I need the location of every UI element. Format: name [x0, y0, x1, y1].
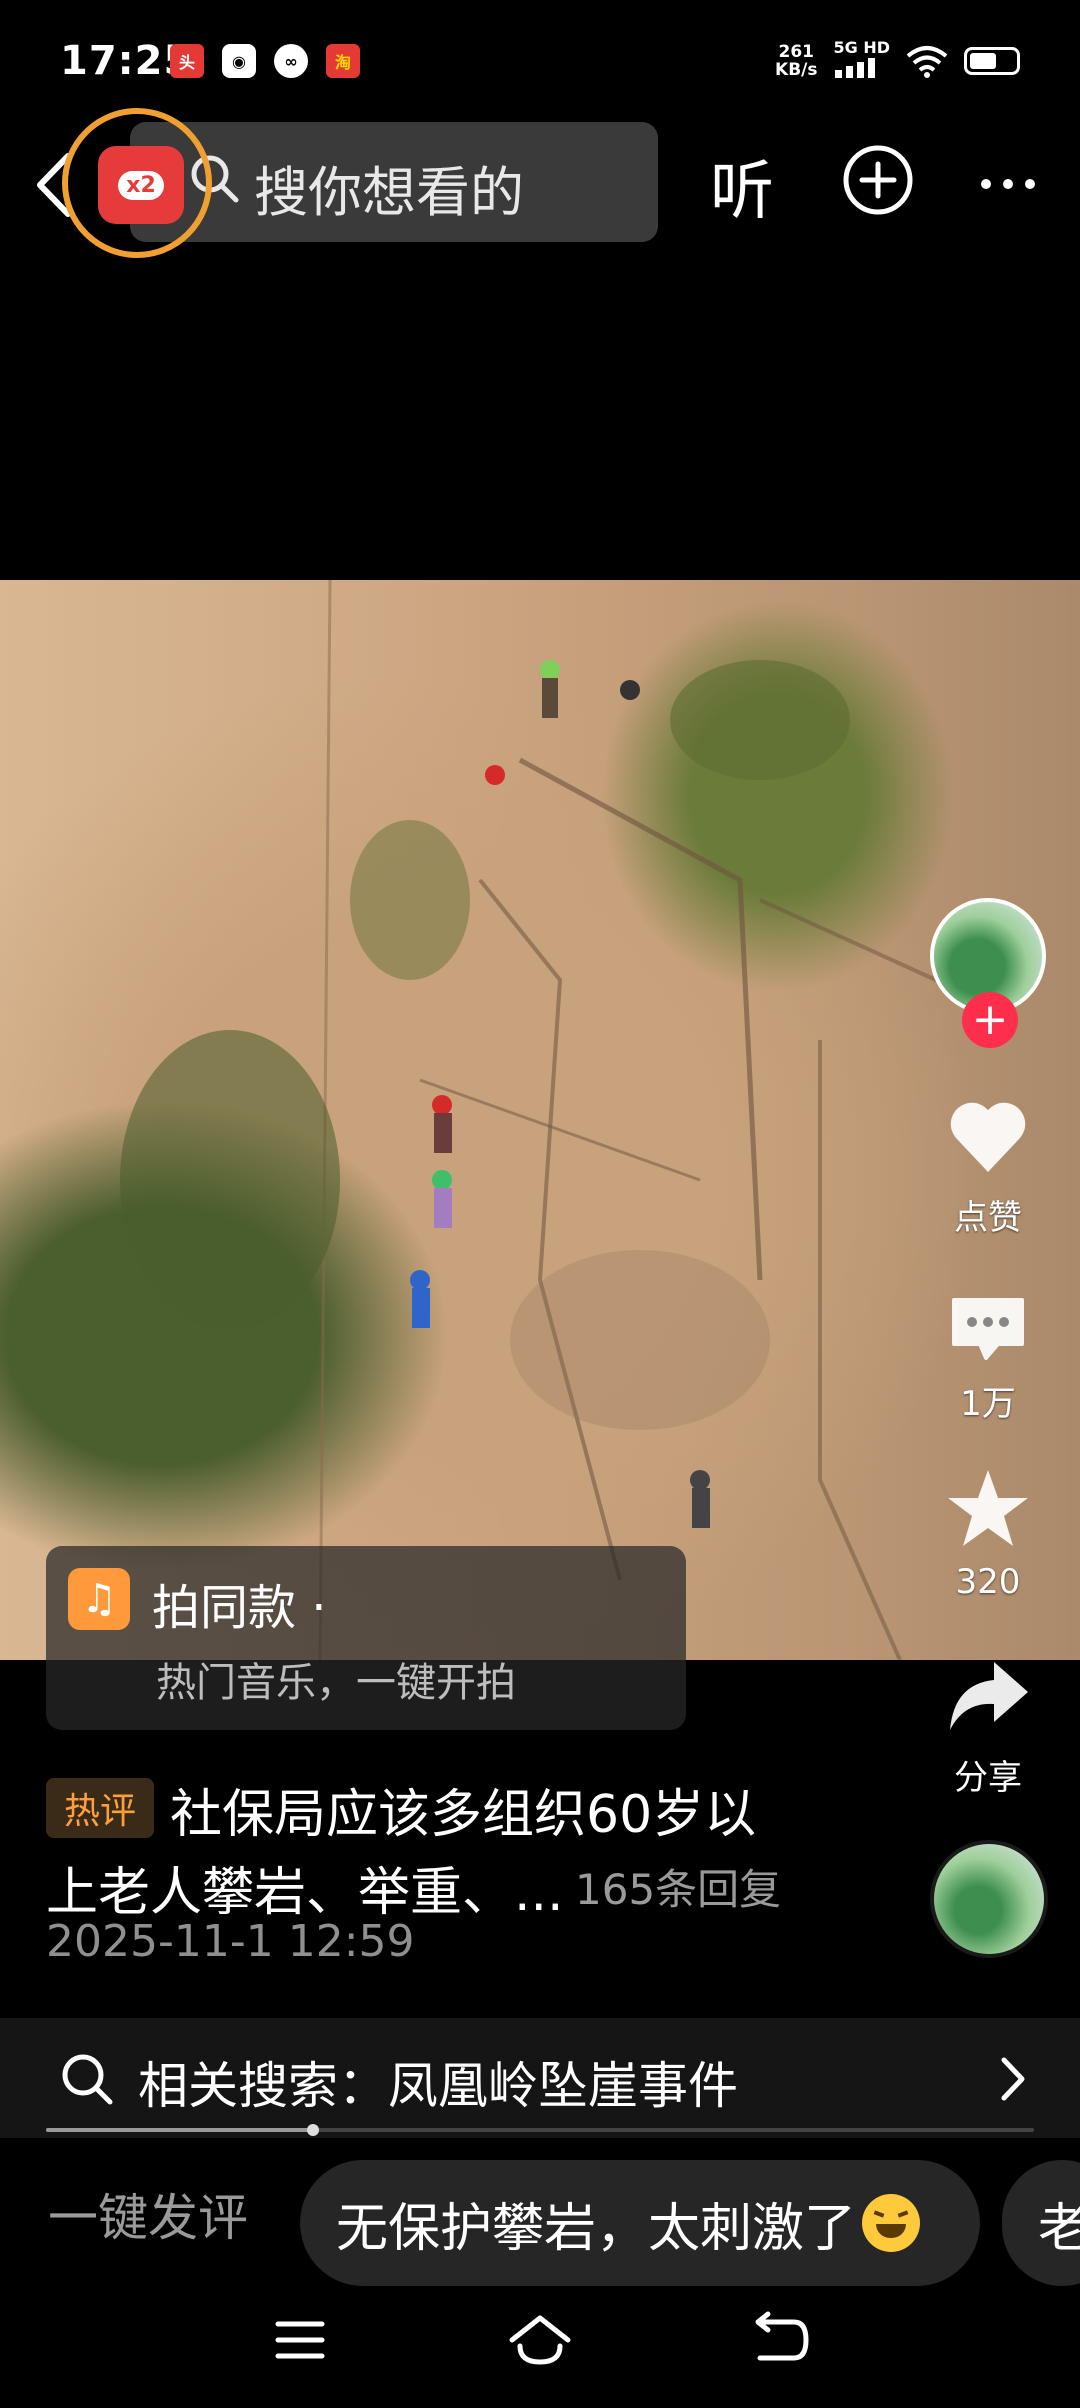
notification-icons: 头 ◉ ∞ 淘 — [170, 44, 360, 78]
video-progress-handle[interactable] — [307, 2124, 319, 2136]
reward-multiplier: x2 — [118, 170, 164, 200]
favorite-count: 320 — [955, 1562, 1021, 1602]
music-card-subtitle: 热门音乐，一键开拍 — [156, 1660, 516, 1706]
quick-comment-chip[interactable]: 无保护攀岩，太刺激了 — [300, 2160, 980, 2286]
toutiao-app-icon: 头 — [170, 44, 204, 78]
share-label: 分享 — [954, 1758, 1022, 1798]
quick-comment-chip-text: 无保护攀岩，太刺激了 — [336, 2198, 857, 2259]
video-frame-rock-climbers — [120, 580, 981, 1660]
heart-icon[interactable] — [946, 1096, 1030, 1180]
star-icon[interactable] — [946, 1466, 1030, 1550]
wifi-box-icon: ◉ — [222, 44, 256, 78]
share-icon[interactable] — [946, 1654, 1030, 1738]
search-placeholder: 搜你想看的 — [254, 161, 524, 224]
listen-button[interactable]: 听 — [710, 140, 774, 232]
net-speed: 261 KB/s — [775, 43, 817, 79]
hot-comment-text-line2[interactable]: 上老人攀岩、举重、... — [46, 1850, 564, 1925]
battery-fill — [970, 53, 996, 69]
wifi-icon — [906, 46, 948, 78]
link-app-icon: ∞ — [274, 44, 308, 78]
quick-comment-chip[interactable]: 老 — [1002, 2160, 1080, 2286]
more-icon[interactable] — [980, 178, 1036, 190]
home-icon[interactable] — [504, 2310, 576, 2370]
hot-comment-tag: 热评 — [46, 1778, 154, 1838]
music-card-title: 拍同款 · — [152, 1580, 327, 1636]
network-type: 5G HD — [833, 38, 890, 57]
chevron-right-icon — [1001, 2057, 1025, 2101]
related-search-text: 相关搜索：凤凰岭坠崖事件 — [138, 2057, 738, 2115]
search-icon — [62, 2054, 113, 2105]
like-label: 点赞 — [954, 1198, 1022, 1238]
net-speed-value: 261 — [778, 42, 815, 62]
follow-plus-icon[interactable]: + — [962, 992, 1018, 1048]
signal-icon: 5G HD — [833, 40, 890, 82]
quick-comment-label: 一键发评 — [48, 2189, 248, 2247]
reply-count[interactable]: 165条回复 — [575, 1856, 781, 1917]
music-note-icon: ♫ — [68, 1568, 130, 1630]
status-right-group: 261 KB/s 5G HD — [775, 40, 1020, 82]
comment-timestamp: 2025-11-1 12:59 — [46, 1916, 415, 1967]
net-speed-unit: KB/s — [775, 60, 818, 80]
hot-comment-text-line1[interactable]: 社保局应该多组织60岁以 — [170, 1772, 756, 1847]
add-icon[interactable] — [842, 144, 914, 216]
comment-count: 1万 — [960, 1384, 1016, 1424]
video-progress-fill — [46, 2128, 313, 2132]
menu-icon[interactable] — [264, 2310, 336, 2370]
music-disc-icon[interactable] — [930, 1840, 1048, 1958]
grinning-squint-emoji-icon — [862, 2194, 921, 2252]
comment-icon[interactable] — [946, 1284, 1030, 1368]
back-nav-icon[interactable] — [744, 2310, 816, 2370]
battery-icon — [964, 47, 1020, 75]
quick-comment-chip-text: 老 — [1038, 2198, 1080, 2259]
taobao-app-icon: 淘 — [326, 44, 360, 78]
red-packet-icon[interactable]: x2 — [98, 146, 184, 224]
